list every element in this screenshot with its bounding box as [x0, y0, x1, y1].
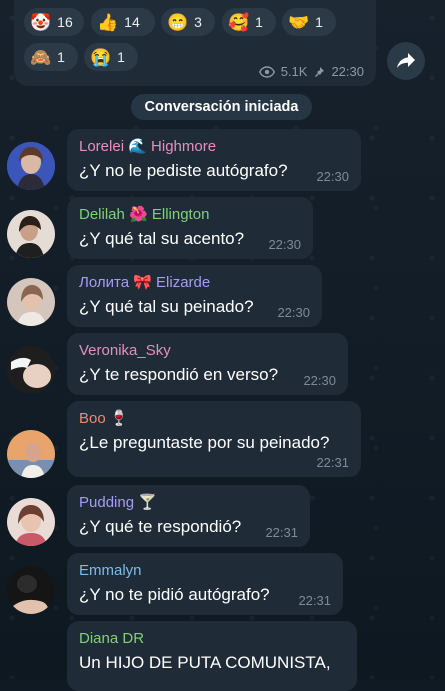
reaction-count: 1	[117, 49, 125, 65]
reaction-count: 3	[194, 14, 202, 30]
message-text: Un HIJO DE PUTA COMUNISTA,	[79, 653, 331, 672]
reaction-grin[interactable]: 😁 3	[161, 8, 215, 36]
avatar-photo	[7, 346, 55, 394]
message-text: ¿Y qué tal su peinado?	[79, 297, 254, 316]
avatar[interactable]	[7, 210, 55, 258]
reaction-count: 1	[57, 49, 65, 65]
handshake-emoji-icon: 🤝	[288, 12, 310, 32]
message-time: 22:31	[298, 593, 331, 608]
channel-post-card: 🤡 16 👍 14 😁 3 🥰 1 🤝 1 🙈 1 😭 1 5.1K 22:30	[14, 0, 376, 86]
message-bubble[interactable]: Лолита 🎀 Elizarde ¿Y qué tal su peinado?…	[67, 265, 322, 327]
avatar[interactable]	[7, 566, 55, 614]
service-message-pill: Conversación iniciada	[131, 94, 312, 120]
see-no-evil-monkey-emoji-icon: 🙈	[30, 47, 52, 67]
message-bubble[interactable]: Delilah 🌺 Ellington ¿Y qué tal su acento…	[67, 197, 313, 259]
post-time: 22:30	[331, 64, 364, 79]
sender-name[interactable]: Emmalyn	[79, 561, 331, 580]
reaction-crying[interactable]: 😭 1	[84, 43, 138, 71]
avatar[interactable]	[7, 498, 55, 546]
message-bubble[interactable]: Pudding 🍸 ¿Y qué te respondió? 22:31	[67, 485, 310, 547]
view-count: 5.1K	[280, 64, 308, 79]
avatar[interactable]	[7, 142, 55, 190]
avatar-photo	[7, 498, 55, 546]
avatar-photo	[7, 142, 55, 190]
message-bubble[interactable]: Veronika_Sky ¿Y te respondió en verso? 2…	[67, 333, 348, 395]
reaction-handshake[interactable]: 🤝 1	[282, 8, 336, 36]
post-meta: 5.1K 22:30	[258, 64, 364, 79]
pin-icon	[315, 66, 325, 77]
sender-name[interactable]: Boo 🍷	[79, 409, 349, 428]
message-bubble[interactable]: Diana DR Un HIJO DE PUTA COMUNISTA,	[67, 621, 357, 691]
message-time: 22:30	[316, 169, 349, 184]
sender-name[interactable]: Delilah 🌺 Ellington	[79, 205, 301, 224]
message-time: 22:30	[277, 305, 310, 320]
message-time: 22:30	[268, 237, 301, 252]
reaction-count: 14	[124, 14, 140, 30]
sender-name[interactable]: Pudding 🍸	[79, 493, 298, 512]
avatar-photo	[7, 278, 55, 326]
avatar-photo	[7, 210, 55, 258]
smiling-hearts-emoji-icon: 🥰	[228, 12, 250, 32]
sender-name[interactable]: Diana DR	[79, 629, 345, 648]
message-text: ¿Y no le pediste autógrafo?	[79, 161, 288, 180]
reaction-smiling-hearts[interactable]: 🥰 1	[222, 8, 276, 36]
avatar-photo	[7, 430, 55, 478]
message-bubble[interactable]: Emmalyn ¿Y no te pidió autógrafo? 22:31	[67, 553, 343, 615]
eye-icon	[258, 65, 275, 78]
avatar[interactable]	[7, 346, 55, 394]
reaction-see-no-evil[interactable]: 🙈 1	[24, 43, 78, 71]
reaction-count: 16	[57, 14, 73, 30]
reaction-count: 1	[315, 14, 323, 30]
avatar[interactable]	[7, 430, 55, 478]
forward-button[interactable]	[387, 42, 425, 80]
message-bubble[interactable]: Boo 🍷 ¿Le preguntaste por su peinado? 22…	[67, 401, 361, 477]
message-time: 22:31	[265, 525, 298, 540]
crying-emoji-icon: 😭	[90, 47, 112, 67]
grin-emoji-icon: 😁	[167, 12, 189, 32]
sender-name[interactable]: Лолита 🎀 Elizarde	[79, 273, 310, 292]
reaction-count: 1	[255, 14, 263, 30]
sender-name[interactable]: Veronika_Sky	[79, 341, 336, 360]
reaction-clown[interactable]: 🤡 16	[24, 8, 84, 36]
message-text: ¿Y no te pidió autógrafo?	[79, 585, 270, 604]
thumbs-up-emoji-icon: 👍	[97, 12, 119, 32]
message-time: 22:31	[316, 455, 349, 470]
avatar-photo	[7, 566, 55, 614]
clown-emoji-icon: 🤡	[30, 12, 52, 32]
avatar[interactable]	[7, 278, 55, 326]
message-text: ¿Le preguntaste por su peinado?	[79, 433, 330, 452]
reaction-thumbs-up[interactable]: 👍 14	[91, 8, 155, 36]
message-text: ¿Y te respondió en verso?	[79, 365, 279, 384]
message-bubble[interactable]: Lorelei 🌊 Highmore ¿Y no le pediste autó…	[67, 129, 361, 191]
message-time: 22:30	[303, 373, 336, 388]
service-message-text: Conversación iniciada	[144, 99, 299, 115]
sender-name[interactable]: Lorelei 🌊 Highmore	[79, 137, 349, 156]
share-arrow-icon	[397, 53, 415, 68]
